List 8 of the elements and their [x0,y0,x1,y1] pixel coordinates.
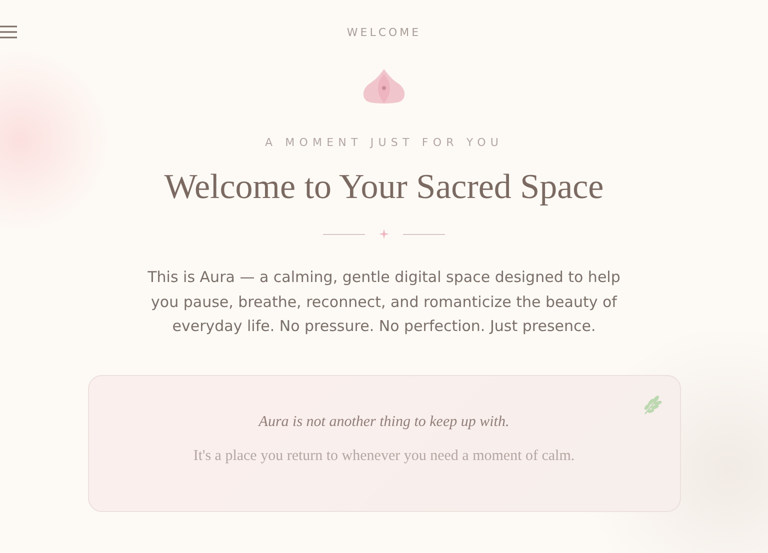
card-quote: Aura is not another thing to keep up with. [258,414,510,430]
sparkle-icon [379,229,389,239]
menu-icon[interactable] [0,25,17,39]
page-title: WELCOME [346,26,422,38]
intro-paragraph: This is Aura — a calming, gentle digital space designed to help you pause, breathe, reconnect, and romanticize the beauty of everyday life. No pressure. No perfection. Just presence. [146,267,622,337]
card-text: It's a place you return to whenever you need a moment of calm. [193,448,575,464]
heading: Welcome to Your Sacred Space [164,167,604,207]
tagline: A MOMENT JUST FOR YOU [264,136,504,149]
